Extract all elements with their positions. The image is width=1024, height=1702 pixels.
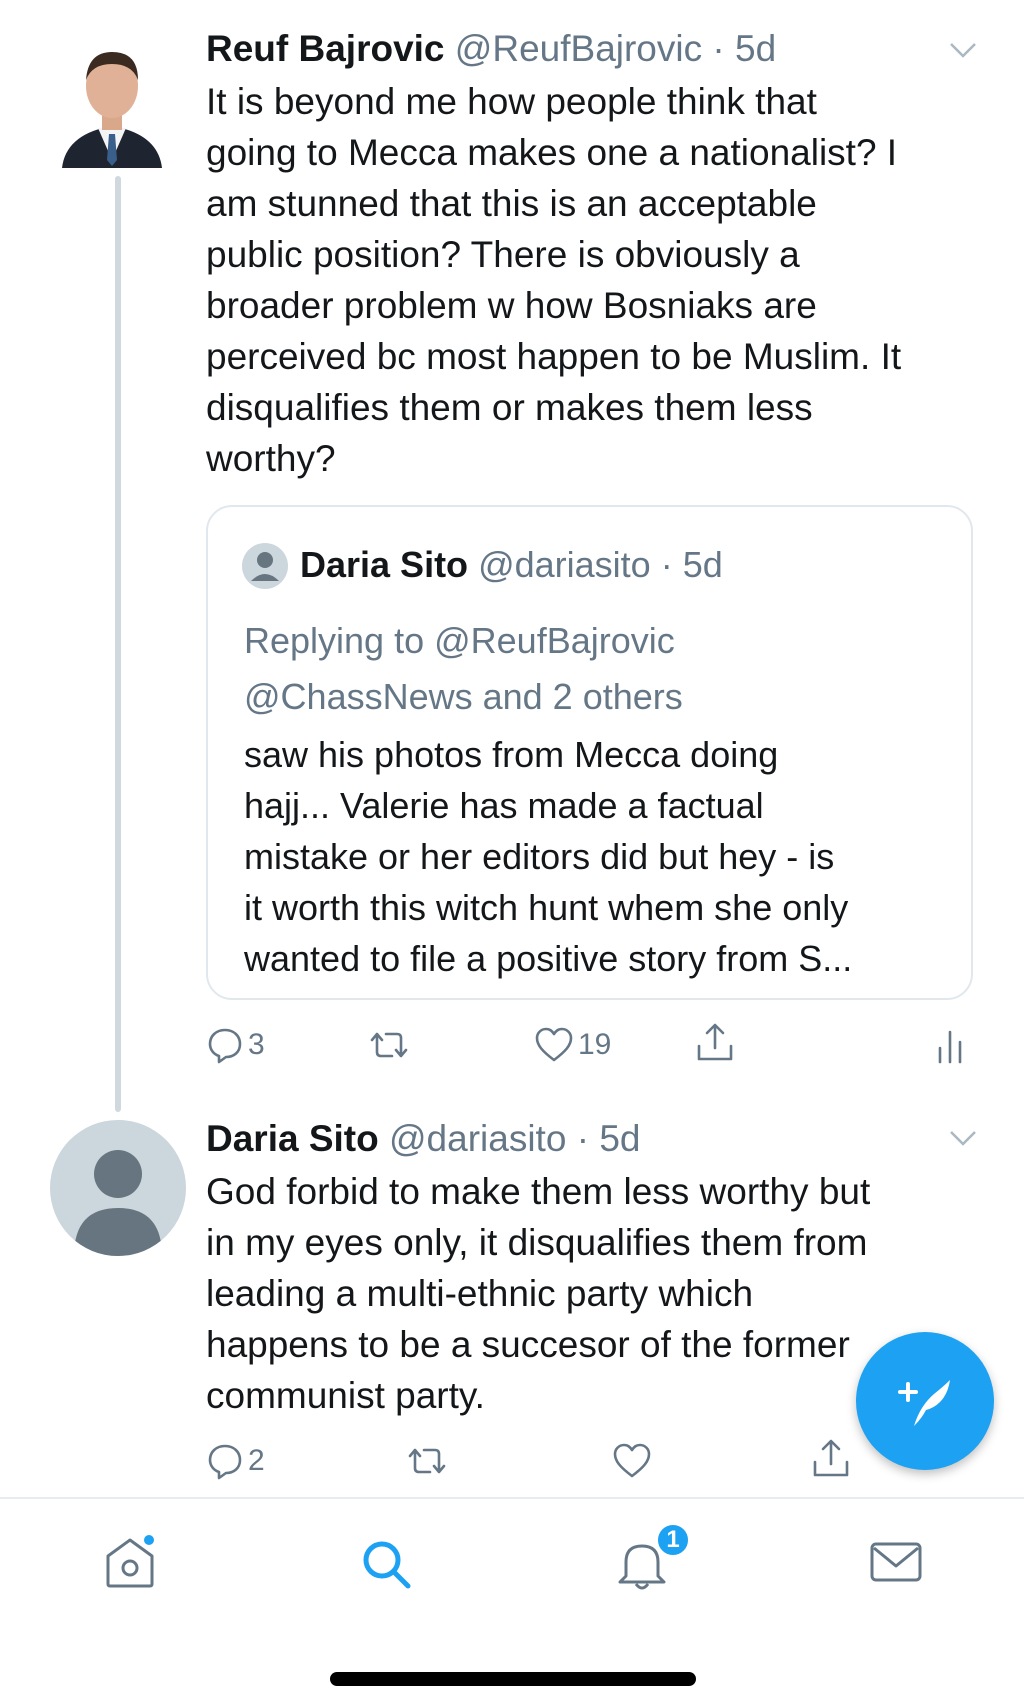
quoted-text-line: wanted to file a positive story from S..… (244, 938, 853, 979)
retweet-icon (370, 1032, 408, 1058)
like-button[interactable] (612, 1442, 652, 1480)
like-button[interactable]: 19 (534, 1026, 611, 1064)
notifications-badge: 1 (655, 1522, 691, 1558)
nav-home[interactable] (100, 1534, 160, 1595)
author-name[interactable]: Reuf Bajrovic (206, 28, 445, 69)
nav-search[interactable] (358, 1536, 414, 1597)
quoted-text-line: hajj... Valerie has made a factual (244, 785, 764, 826)
tweet-time[interactable]: 5d (735, 28, 776, 69)
reply-count: 3 (248, 1028, 265, 1061)
tweet-text-line: perceived bc most happen to be Muslim. I… (206, 336, 902, 377)
tweet-text-line: public position? There is obviously a (206, 234, 800, 275)
tweet-text: It is beyond me how people think that go… (206, 76, 986, 484)
tweet-text-line: worthy? (206, 438, 336, 479)
heart-icon (535, 1027, 573, 1062)
tweet-text-line: leading a multi-ethnic party which (206, 1273, 754, 1314)
quoted-text-line: mistake or her editors did but hey - is (244, 836, 835, 877)
quoted-text-line: it worth this witch hunt whem she only (244, 887, 849, 928)
like-count: 19 (578, 1028, 612, 1061)
reply-button[interactable]: 3 (206, 1026, 265, 1064)
separator-dot: · (702, 28, 735, 69)
home-icon (106, 1535, 154, 1588)
retweet-icon (408, 1448, 446, 1474)
tweet-text-line: God forbid to make them less worthy but (206, 1171, 871, 1212)
thread-connector (115, 176, 121, 1112)
quoted-avatar (242, 543, 288, 589)
compose-tweet-button[interactable] (856, 1332, 994, 1470)
tweet-header: Reuf Bajrovic @ReufBajrovic · 5d (206, 30, 776, 67)
chevron-down-icon[interactable] (948, 1128, 978, 1148)
chevron-down-icon[interactable] (948, 40, 978, 60)
reply-count: 2 (248, 1444, 265, 1477)
reply-icon (208, 1444, 242, 1480)
nav-messages[interactable] (868, 1538, 924, 1591)
home-indicator[interactable] (330, 1672, 696, 1686)
share-icon (813, 1439, 849, 1477)
quoted-author-handle: @dariasito (478, 544, 651, 585)
quoted-text: saw his photos from Mecca doing hajj... … (244, 729, 954, 984)
reply-button[interactable]: 2 (206, 1442, 265, 1480)
author-handle[interactable]: @ReufBajrovic (455, 28, 702, 69)
tweet-header: Daria Sito @dariasito · 5d (206, 1120, 640, 1157)
separator-dot: · (566, 1118, 600, 1159)
replying-to-line: Replying to @ReufBajrovic (244, 620, 675, 661)
nav-divider (0, 1497, 1024, 1499)
tweet-text-line: broader problem w how Bosniaks are (206, 285, 817, 326)
analytics-button[interactable] (936, 1028, 964, 1064)
retweet-button[interactable] (404, 1444, 450, 1478)
author-handle[interactable]: @dariasito (389, 1118, 566, 1159)
quoted-time: 5d (682, 544, 723, 585)
retweet-button[interactable] (366, 1028, 412, 1062)
separator-dot: · (650, 544, 683, 585)
tweet-text-line: It is beyond me how people think that (206, 81, 817, 122)
replying-to: Replying to @ReufBajrovic @ChassNews and… (244, 613, 944, 725)
compose-quill-icon (898, 1380, 950, 1426)
share-button[interactable] (694, 1022, 736, 1064)
messages-icon (870, 1542, 922, 1582)
reply-icon (208, 1028, 242, 1064)
tweet-text-line: going to Mecca makes one a nationalist? … (206, 132, 898, 173)
avatar-reuf[interactable] (58, 42, 166, 168)
quoted-author-name: Daria Sito (300, 544, 469, 585)
quoted-header: Daria Sito @dariasito · 5d (300, 547, 723, 583)
quoted-text-line: saw his photos from Mecca doing (244, 734, 779, 775)
search-icon (363, 1541, 411, 1589)
tweet-time[interactable]: 5d (599, 1118, 640, 1159)
avatar-daria[interactable] (50, 1120, 186, 1256)
analytics-icon (938, 1030, 962, 1064)
share-icon (697, 1023, 733, 1061)
tweet-text-line: am stunned that this is an acceptable (206, 183, 817, 224)
author-name[interactable]: Daria Sito (206, 1118, 379, 1159)
share-button[interactable] (810, 1438, 852, 1480)
heart-icon (613, 1443, 651, 1478)
quoted-tweet[interactable]: Daria Sito @dariasito · 5d Replying to @… (206, 505, 973, 1000)
tweet-text-line: in my eyes only, it disqualifies them fr… (206, 1222, 868, 1263)
tweet-text-line: disqualifies them or makes them less (206, 387, 813, 428)
replying-to-line: @ChassNews and 2 others (244, 676, 683, 717)
